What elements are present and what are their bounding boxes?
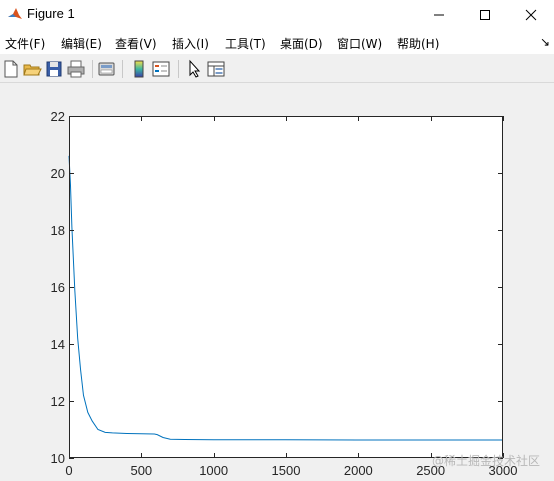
x-tick-label: 1000: [199, 463, 228, 478]
close-icon: [525, 9, 537, 21]
y-tick-label: 10: [51, 451, 65, 466]
property-editor-button[interactable]: [206, 59, 226, 79]
maximize-icon: [480, 10, 490, 20]
open-file-button[interactable]: [22, 59, 42, 79]
plot-axes[interactable]: 0 500 1000 1500 2000 2500 300010121416182022: [0, 83, 554, 481]
menu-help[interactable]: 帮助(H): [397, 35, 439, 52]
x-tick-label: 0: [65, 463, 72, 478]
toolbar-separator: [122, 60, 123, 78]
figure-window: Figure 1 文件(F) 编辑(E) 查看(V) 插入(I) 工具(T) 桌…: [0, 0, 554, 481]
window-title: Figure 1: [27, 6, 75, 21]
x-tick-label: 2000: [344, 463, 373, 478]
print-preview-icon: [98, 62, 115, 76]
new-figure-icon: [4, 60, 18, 78]
y-tick-label: 16: [51, 280, 65, 295]
pointer-icon: [189, 59, 201, 78]
figure-toolbar: [0, 56, 554, 83]
minimize-icon: [434, 14, 444, 16]
colorbar-button[interactable]: [129, 59, 149, 79]
y-tick-label: 22: [51, 109, 65, 124]
property-editor-icon: [207, 61, 225, 77]
colorbar-icon: [134, 60, 144, 78]
menu-tools[interactable]: 工具(T): [225, 35, 266, 52]
menu-bar: 文件(F) 编辑(E) 查看(V) 插入(I) 工具(T) 桌面(D) 窗口(W…: [0, 30, 554, 54]
menu-desktop[interactable]: 桌面(D): [280, 35, 323, 52]
y-tick-label: 14: [51, 337, 65, 352]
watermark-text: @稀土掘金技术社区: [431, 454, 540, 468]
maximize-button[interactable]: [462, 0, 508, 30]
toolbar-separator: [92, 60, 93, 78]
edit-plot-button[interactable]: [184, 59, 204, 79]
menu-window[interactable]: 窗口(W): [337, 35, 382, 52]
print-button[interactable]: [66, 59, 86, 79]
dock-arrow-icon[interactable]: ↘: [540, 35, 550, 49]
title-bar: Figure 1: [0, 0, 554, 30]
legend-icon: [152, 61, 170, 77]
new-figure-button[interactable]: [1, 59, 21, 79]
menu-edit[interactable]: 编辑(E): [61, 35, 102, 52]
y-tick-label: 18: [51, 223, 65, 238]
menu-file[interactable]: 文件(F): [5, 35, 45, 52]
toolbar-separator: [178, 60, 179, 78]
menu-insert[interactable]: 插入(I): [172, 35, 209, 52]
axes-background: [69, 116, 503, 458]
minimize-button[interactable]: [416, 0, 462, 30]
save-icon: [46, 61, 62, 77]
menu-view[interactable]: 查看(V): [115, 35, 157, 52]
legend-button[interactable]: [151, 59, 171, 79]
y-tick-label: 20: [51, 166, 65, 181]
close-button[interactable]: [508, 0, 554, 30]
matlab-logo-icon: [7, 6, 23, 22]
y-tick-label: 12: [51, 394, 65, 409]
figure-canvas: 0 500 1000 1500 2000 2500 3000 10 12 14 16 18 20 22 @…: [0, 83, 554, 481]
x-tick-label: 500: [130, 463, 152, 478]
print-preview-button[interactable]: [97, 59, 117, 79]
print-icon: [67, 60, 85, 78]
open-file-icon: [23, 64, 42, 76]
save-button[interactable]: [44, 59, 64, 79]
x-tick-label: 1500: [272, 463, 301, 478]
